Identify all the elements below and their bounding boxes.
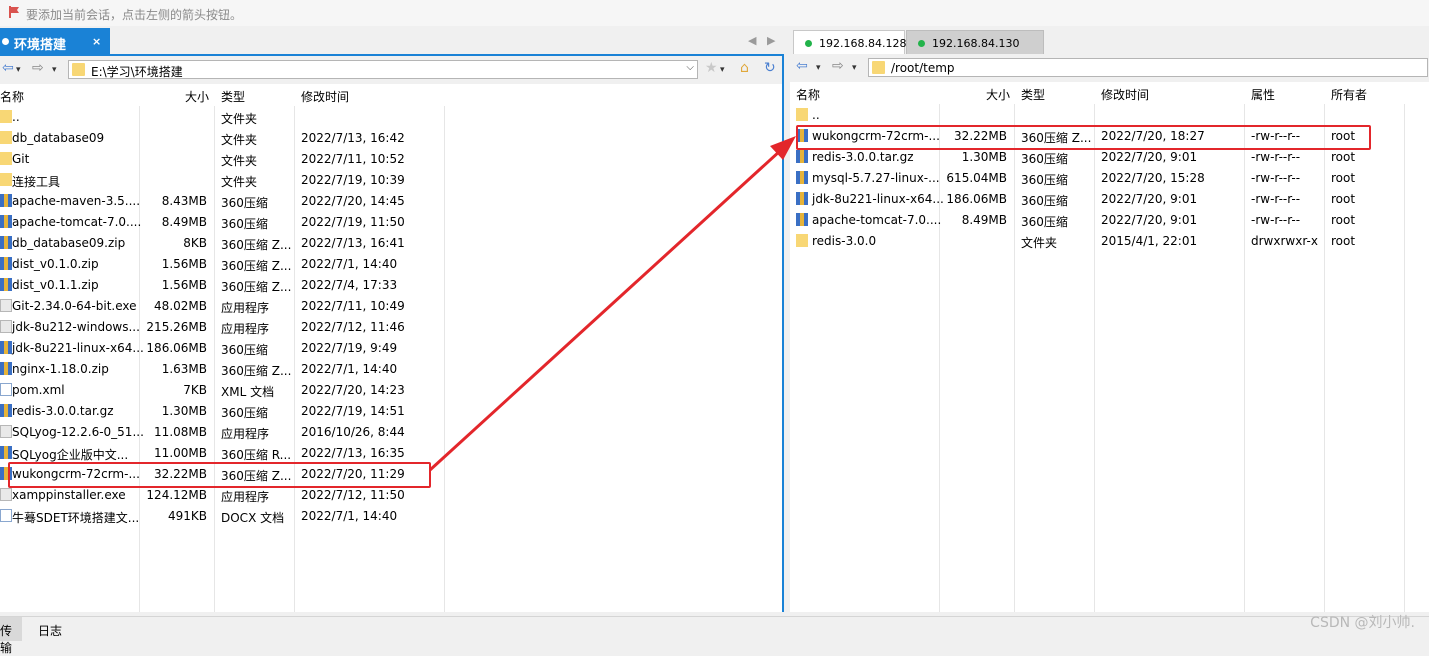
drag-arrow: [428, 136, 796, 472]
tab-transfer[interactable]: 传输: [0, 617, 22, 655]
watermark: CSDN @刘小帅.: [1310, 615, 1415, 631]
tab-log[interactable]: 日志: [38, 622, 62, 639]
status-bar: 传输 日志: [0, 616, 1429, 655]
